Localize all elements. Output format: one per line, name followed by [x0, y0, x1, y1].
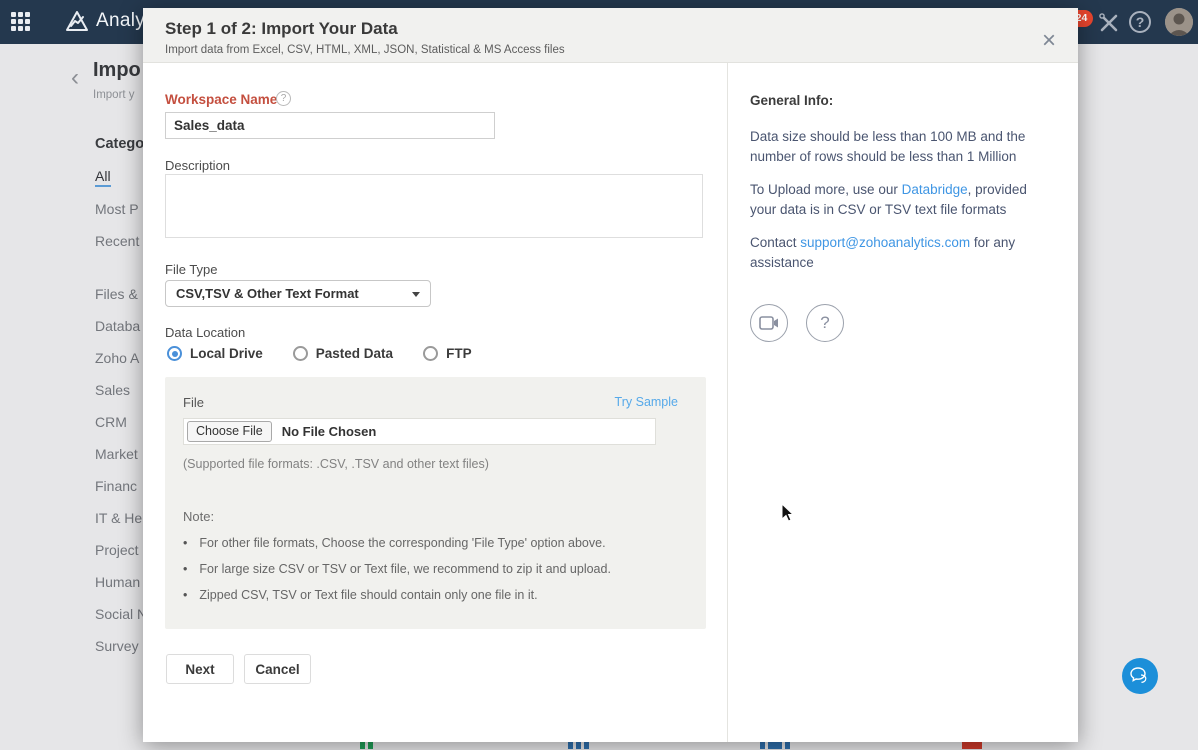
category-item[interactable]: Human — [95, 574, 140, 590]
file-input-row[interactable]: Choose File No File Chosen — [183, 418, 656, 445]
category-item[interactable]: Sales — [95, 382, 130, 398]
category-item[interactable]: Survey — [95, 638, 139, 654]
radio-selected-icon — [167, 346, 182, 361]
help-icon[interactable]: ? — [1129, 11, 1151, 33]
category-item-all[interactable]: All — [95, 168, 111, 187]
file-upload-panel: File Try Sample Choose File No File Chos… — [165, 377, 706, 629]
next-button[interactable]: Next — [166, 654, 234, 684]
note-label: Note: — [183, 509, 214, 524]
category-item[interactable]: Market — [95, 446, 138, 462]
page-title: Impo — [93, 59, 141, 82]
question-mark-icon[interactable]: ? — [806, 304, 844, 342]
info-paragraph-size: Data size should be less than 100 MB and… — [750, 127, 1052, 166]
clipped-file-icon-green — [360, 741, 373, 749]
page-subtitle: Import y — [93, 89, 135, 101]
note-bullet: For other file formats, Choose the corre… — [183, 536, 606, 550]
radio-unselected-icon — [423, 346, 438, 361]
description-textarea[interactable] — [165, 174, 703, 238]
clipped-file-icon-red — [962, 741, 982, 749]
radio-unselected-icon — [293, 346, 308, 361]
note-bullet: For large size CSV or TSV or Text file, … — [183, 562, 611, 576]
analytics-logo-icon — [64, 9, 90, 40]
radio-ftp[interactable]: FTP — [423, 346, 472, 361]
databridge-link[interactable]: Databridge — [902, 182, 968, 197]
user-avatar[interactable] — [1165, 8, 1193, 36]
supported-formats-text: (Supported file formats: .CSV, .TSV and … — [183, 457, 489, 471]
radio-pasted-data[interactable]: Pasted Data — [293, 346, 393, 361]
close-icon[interactable]: × — [1042, 30, 1056, 52]
category-item[interactable]: CRM — [95, 414, 127, 430]
category-item[interactable]: Databa — [95, 318, 140, 334]
choose-file-button[interactable]: Choose File — [187, 421, 272, 442]
category-item[interactable]: Zoho A — [95, 350, 139, 366]
video-tutorial-icon[interactable] — [750, 304, 788, 342]
no-file-chosen-text: No File Chosen — [282, 424, 377, 439]
file-label: File — [183, 395, 204, 410]
back-chevron-icon[interactable]: ‹ — [71, 68, 79, 88]
description-label: Description — [165, 158, 230, 173]
info-paragraph-databridge: To Upload more, use our Databridge, prov… — [750, 180, 1052, 219]
modal-subtitle: Import data from Excel, CSV, HTML, XML, … — [165, 44, 565, 56]
category-item[interactable]: Social N — [95, 606, 147, 622]
categories-heading: Catego — [95, 136, 144, 152]
tools-icon[interactable] — [1097, 11, 1121, 40]
modal-header: Step 1 of 2: Import Your Data Import dat… — [143, 8, 1078, 63]
category-item[interactable]: Most P — [95, 201, 139, 217]
workspace-name-label: Workspace Name — [165, 92, 277, 107]
try-sample-link[interactable]: Try Sample — [615, 395, 678, 409]
support-email-link[interactable]: support@zohoanalytics.com — [800, 235, 970, 250]
category-item[interactable]: Project — [95, 542, 139, 558]
workspace-help-icon[interactable]: ? — [276, 91, 291, 106]
note-bullet: Zipped CSV, TSV or Text file should cont… — [183, 588, 538, 602]
clipped-file-icon-blue-2 — [760, 741, 790, 749]
info-icon-row: ? — [750, 304, 844, 342]
file-type-value: CSV,TSV & Other Text Format — [176, 286, 359, 301]
radio-local-drive[interactable]: Local Drive — [167, 346, 263, 361]
import-data-modal: Step 1 of 2: Import Your Data Import dat… — [143, 8, 1078, 742]
file-type-select[interactable]: CSV,TSV & Other Text Format — [165, 280, 431, 307]
cancel-button[interactable]: Cancel — [244, 654, 311, 684]
category-item[interactable]: Financ — [95, 478, 137, 494]
panel-divider — [727, 63, 728, 742]
clipped-file-icon-blue — [568, 741, 589, 749]
info-paragraph-support: Contact support@zohoanalytics.com for an… — [750, 233, 1052, 272]
modal-title: Step 1 of 2: Import Your Data — [165, 19, 398, 39]
general-info-title: General Info: — [750, 93, 833, 108]
category-item[interactable]: IT & He — [95, 510, 142, 526]
chevron-down-icon — [412, 292, 420, 297]
data-location-radio-group: Local Drive Pasted Data FTP — [167, 346, 472, 361]
file-type-label: File Type — [165, 262, 218, 277]
apps-grid-icon[interactable] — [11, 12, 30, 31]
workspace-name-input[interactable] — [165, 112, 495, 139]
data-location-label: Data Location — [165, 325, 245, 340]
category-item[interactable]: Recent — [95, 233, 139, 249]
chat-support-button[interactable] — [1122, 658, 1158, 694]
category-item[interactable]: Files & — [95, 286, 138, 302]
